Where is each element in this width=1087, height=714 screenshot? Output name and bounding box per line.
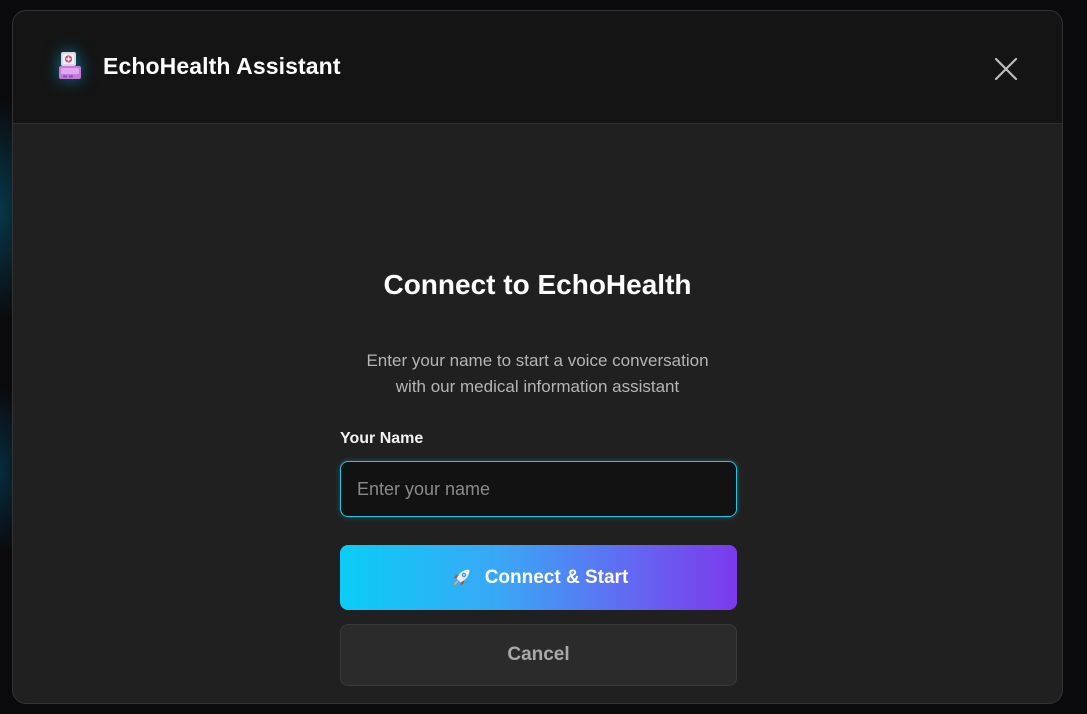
subtitle-line: with our medical information assistant (395, 377, 680, 396)
connect-start-label: Connect & Start (484, 566, 629, 588)
connect-dialog: EchoHealth Assistant Connect to EchoHeal… (12, 10, 1063, 704)
close-icon (994, 57, 1018, 81)
dialog-heading: Connect to EchoHealth (383, 269, 692, 300)
name-label: Your Name (340, 430, 424, 447)
subtitle-line: Enter your name to start a voice convers… (366, 351, 709, 370)
dialog-body: Connect to EchoHealth Enter your name to… (13, 124, 1062, 703)
rocket-icon (449, 566, 473, 590)
app-title: EchoHealth Assistant (103, 53, 341, 79)
dialog-subtitle: Enter your name to start a voice convers… (13, 348, 1062, 400)
medical-kiosk-icon (56, 51, 84, 81)
cancel-button[interactable]: Cancel (340, 624, 737, 686)
dialog-header: EchoHealth Assistant (13, 11, 1062, 124)
connect-start-button[interactable]: Connect & Start (340, 545, 737, 610)
name-input[interactable] (340, 461, 737, 517)
close-button[interactable] (991, 55, 1019, 83)
